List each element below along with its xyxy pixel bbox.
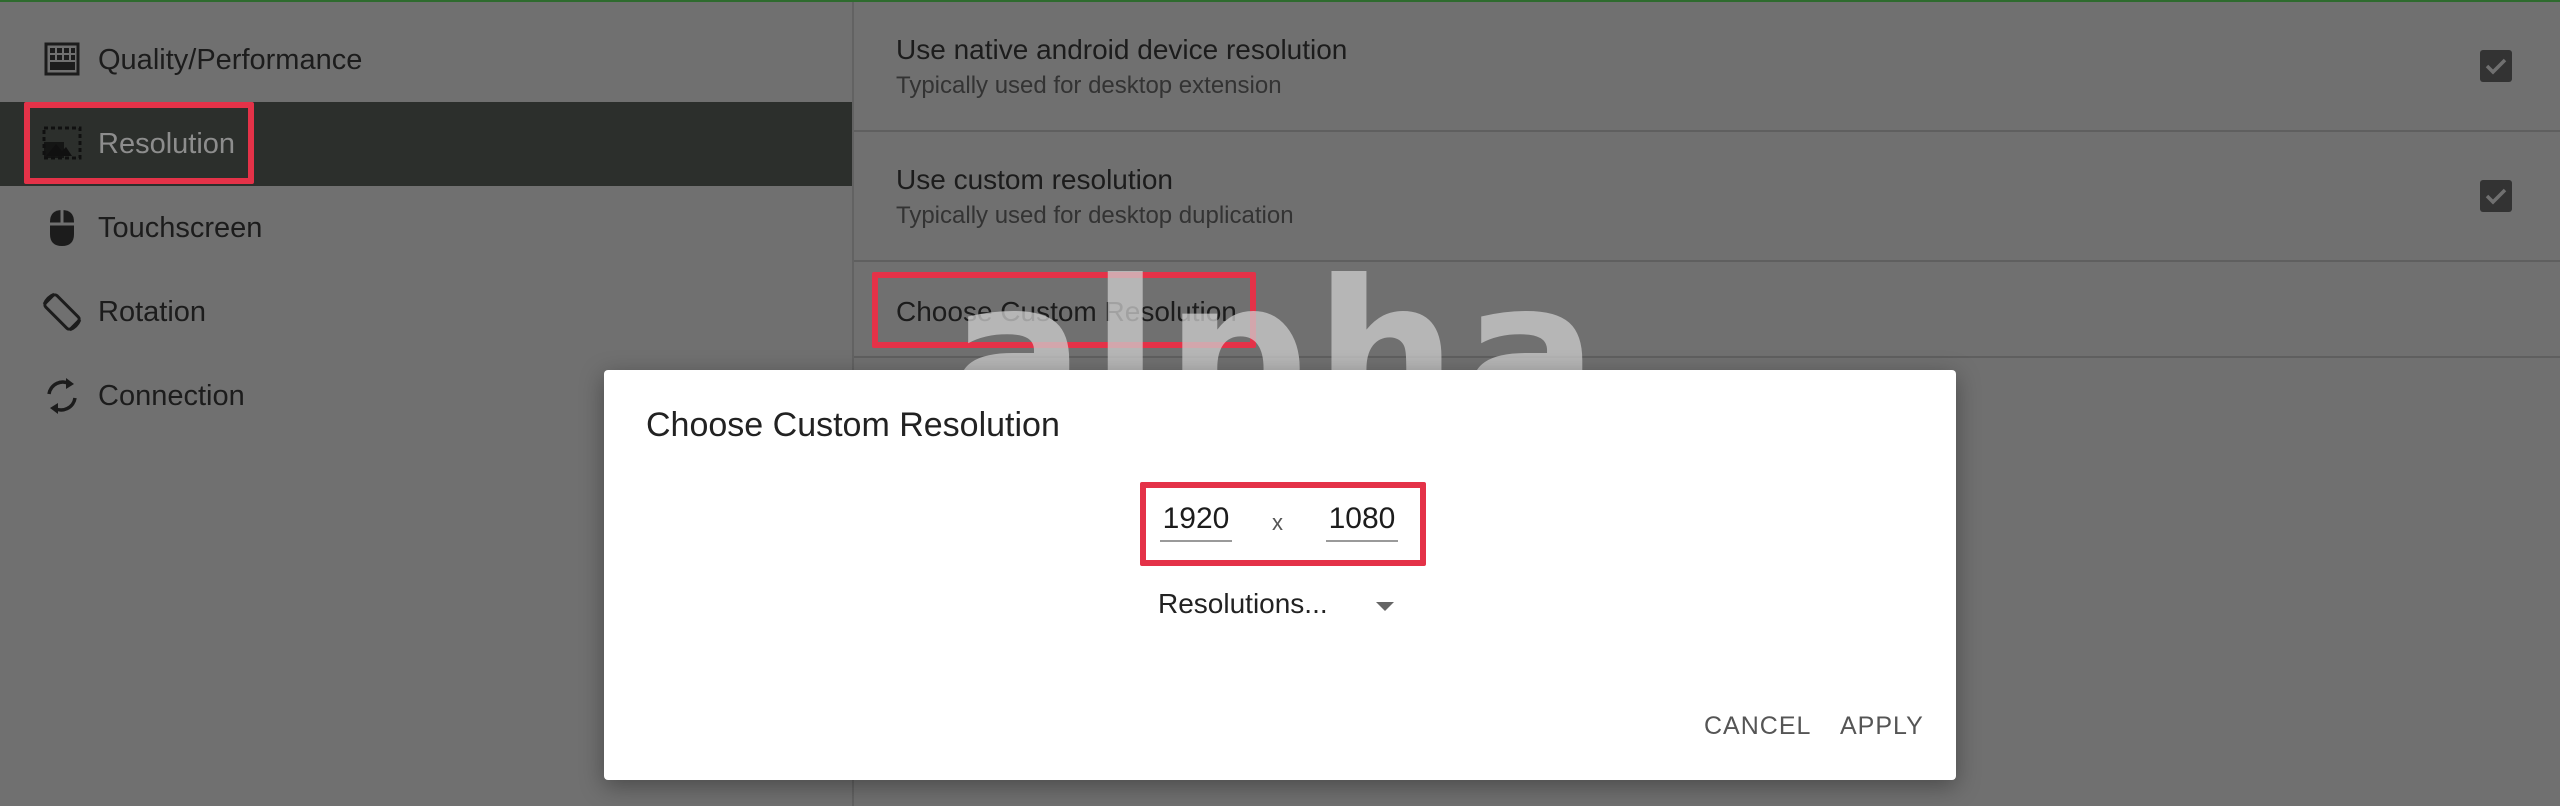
highlight-box-resolution-fields (1140, 482, 1426, 566)
setting-row-custom-resolution[interactable]: Use custom resolution Typically used for… (854, 132, 2560, 262)
custom-resolution-checkbox[interactable] (2480, 180, 2512, 212)
sidebar-item-touchscreen[interactable]: Touchscreen (0, 186, 852, 270)
sidebar-item-label: Connection (98, 379, 245, 412)
setting-subtitle: Typically used for desktop extension (896, 72, 1282, 99)
cancel-button[interactable]: CANCEL (1704, 712, 1811, 741)
setting-title: Use custom resolution (896, 164, 1174, 195)
setting-row-native-resolution[interactable]: Use native android device resolution Typ… (854, 2, 2560, 132)
sidebar-item-quality-performance[interactable]: Quality/Performance (0, 18, 852, 102)
native-resolution-checkbox[interactable] (2480, 50, 2512, 82)
setting-subtitle: Typically used for desktop duplication (896, 202, 1294, 229)
quality-grid-icon (44, 42, 80, 76)
sync-icon (47, 378, 77, 414)
sidebar-item-label: Rotation (98, 295, 207, 328)
sidebar-item-rotation[interactable]: Rotation (0, 270, 852, 354)
sidebar-item-label: Touchscreen (98, 211, 263, 244)
sidebar-item-label: Quality/Performance (98, 43, 363, 76)
rotation-icon (42, 292, 82, 332)
resolutions-dropdown[interactable]: Resolutions... (1152, 584, 1394, 628)
highlight-box-resolution (24, 102, 254, 184)
checkmark-icon (2485, 58, 2507, 75)
highlight-box-choose-custom-resolution (872, 272, 1256, 348)
chevron-down-icon (1376, 602, 1394, 611)
dialog-title: Choose Custom Resolution (646, 406, 1060, 444)
apply-button[interactable]: APPLY (1840, 712, 1924, 741)
setting-title: Use native android device resolution (896, 34, 1348, 65)
resolutions-dropdown-label: Resolutions... (1158, 588, 1328, 619)
checkmark-icon (2485, 188, 2507, 205)
mouse-icon (50, 210, 74, 246)
custom-resolution-dialog: Choose Custom Resolution 1920 x 1080 Res… (604, 370, 1956, 780)
